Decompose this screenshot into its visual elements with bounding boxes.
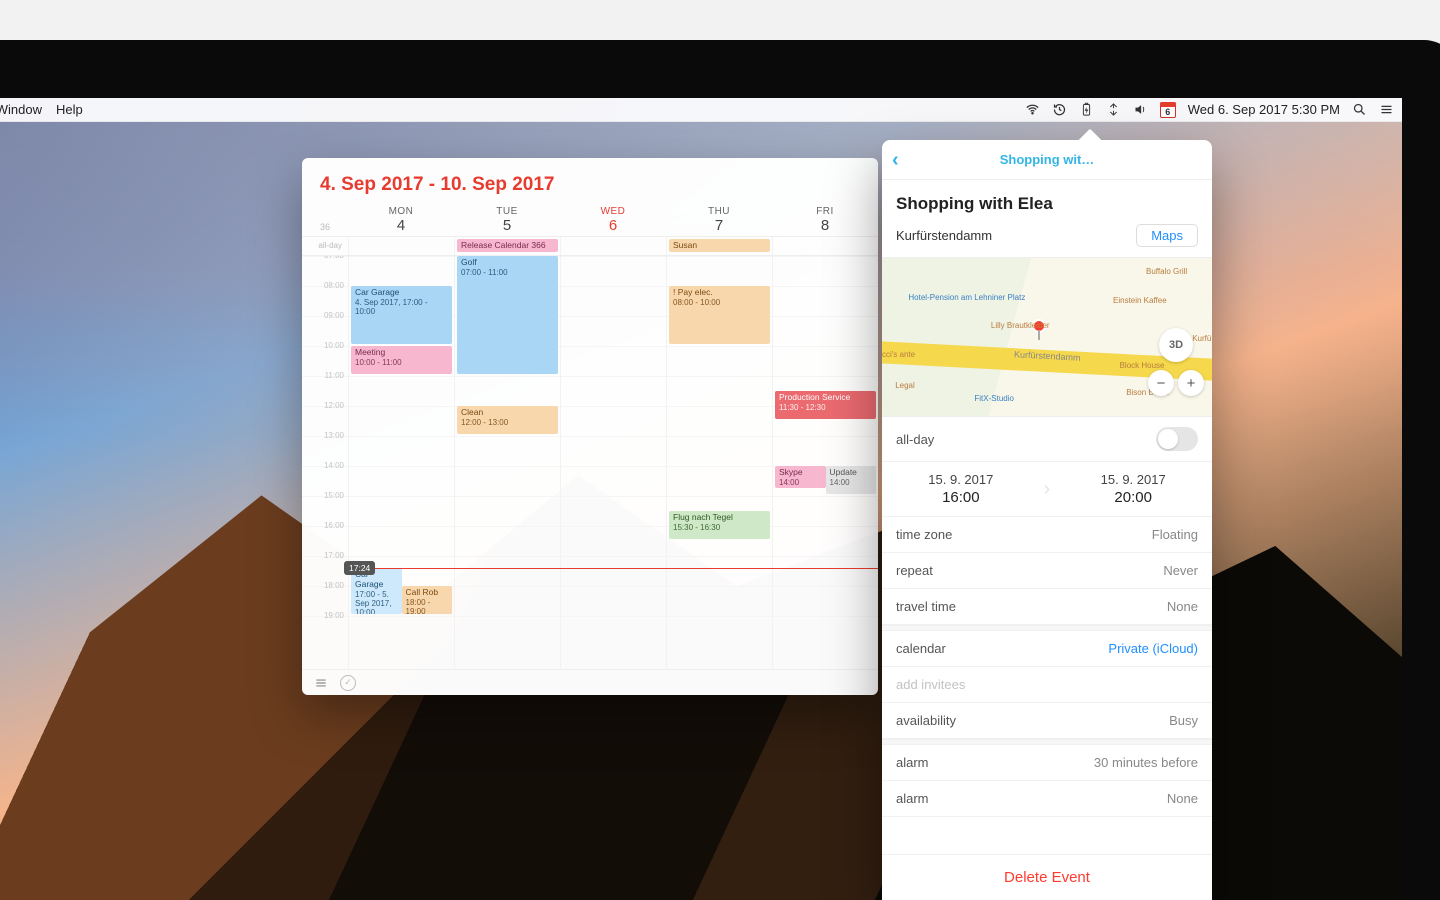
invitees-placeholder[interactable]: add invitees: [896, 677, 965, 692]
travel-time-row[interactable]: travel timeNone: [882, 589, 1212, 625]
menu-bar: r File Edit View Go Window Help Wed 6. S…: [0, 98, 1402, 122]
menubar-calendar-icon[interactable]: [1160, 102, 1176, 118]
alarm-row-1[interactable]: alarm30 minutes before: [882, 745, 1212, 781]
day-column-fri[interactable]: Production Service11:30 - 12:30 Skype14:0…: [772, 256, 878, 669]
map-poi-label: FitX-Studio: [974, 394, 1014, 403]
arrow-icon: ›: [1040, 478, 1055, 501]
day-column-mon[interactable]: Car Garage4. Sep 2017, 17:00 - 10:00Meet…: [348, 256, 454, 669]
calendar-grid[interactable]: 07:0008:0009:0010:0011:0012:0013:0014:00…: [302, 256, 878, 669]
map-poi-label: cci's ante: [882, 350, 915, 359]
day-column-wed[interactable]: [560, 256, 666, 669]
back-button[interactable]: ‹: [892, 150, 899, 170]
timezone-row[interactable]: time zoneFloating: [882, 517, 1212, 553]
event-start[interactable]: 15. 9. 2017 16:00: [882, 472, 1040, 506]
allday-event[interactable]: Release Calendar 366: [457, 239, 558, 252]
now-time-badge: 17:24: [344, 561, 375, 575]
notification-center-icon[interactable]: [1379, 102, 1394, 117]
allday-mon[interactable]: [348, 237, 454, 255]
map-poi-label: Legal: [895, 381, 915, 390]
calendar-event[interactable]: Clean12:00 - 13:00: [457, 406, 558, 434]
allday-wed[interactable]: [560, 237, 666, 255]
allday-toggle[interactable]: [1156, 427, 1198, 451]
menu-help[interactable]: Help: [56, 102, 83, 117]
timemachine-icon[interactable]: [1052, 102, 1067, 117]
menubar-clock[interactable]: Wed 6. Sep 2017 5:30 PM: [1188, 102, 1340, 117]
allday-tue[interactable]: Release Calendar 366: [454, 237, 560, 255]
alarm-row-2[interactable]: alarmNone: [882, 781, 1212, 817]
day-header-tue[interactable]: TUE5: [454, 206, 560, 236]
sync-icon[interactable]: [1106, 102, 1121, 117]
repeat-row[interactable]: repeatNever: [882, 553, 1212, 589]
checkmark-icon[interactable]: ✓: [340, 675, 356, 691]
calendar-event[interactable]: Golf07:00 - 11:00: [457, 256, 558, 374]
event-location-row: Kurfürstendamm Maps: [882, 224, 1212, 257]
popover-header-title: Shopping wit…: [1000, 152, 1095, 167]
map-3d-button[interactable]: 3D: [1159, 328, 1193, 362]
availability-row[interactable]: availabilityBusy: [882, 703, 1212, 739]
event-location[interactable]: Kurfürstendamm: [896, 228, 992, 243]
calendar-row[interactable]: calendarPrivate (iCloud): [882, 631, 1212, 667]
volume-icon[interactable]: [1133, 102, 1148, 117]
day-header-mon[interactable]: MON4: [348, 206, 454, 236]
allday-event[interactable]: Susan: [669, 239, 770, 252]
calendar-event[interactable]: Skype14:00: [775, 466, 826, 488]
calendar-footer: ✓: [302, 669, 878, 695]
calendar-event[interactable]: Flug nach Tegel15:30 - 16:30: [669, 511, 770, 539]
calendar-event[interactable]: Update14:00: [826, 466, 877, 494]
event-dates-row[interactable]: 15. 9. 2017 16:00 › 15. 9. 2017 20:00: [882, 462, 1212, 517]
spotlight-icon[interactable]: [1352, 102, 1367, 117]
calendar-window: 4. Sep 2017 - 10. Sep 2017 36 MON4 TUE5 …: [302, 158, 878, 695]
battery-icon[interactable]: [1079, 102, 1094, 117]
day-header-thu[interactable]: THU7: [666, 206, 772, 236]
invitees-row[interactable]: add invitees: [882, 667, 1212, 703]
calendar-event[interactable]: Call Rob18:00 - 19:00: [402, 586, 453, 614]
calendar-event[interactable]: ! Pay elec.08:00 - 10:00: [669, 286, 770, 344]
day-header-fri[interactable]: FRI8: [772, 206, 878, 236]
calendar-event[interactable]: Car Garage4. Sep 2017, 17:00 - 10:00: [351, 286, 452, 344]
menu-bar-status: Wed 6. Sep 2017 5:30 PM: [1025, 102, 1394, 118]
map-zoom-out-button[interactable]: −: [1148, 370, 1174, 396]
menu-window[interactable]: Window: [0, 102, 42, 117]
map-poi-label: Buffalo Grill: [1146, 267, 1187, 276]
laptop-frame: r File Edit View Go Window Help Wed 6. S…: [0, 40, 1440, 900]
map-poi-label: Hotel-Pension am Lehniner Platz: [908, 293, 1025, 302]
allday-fri[interactable]: [772, 237, 878, 255]
event-title[interactable]: Shopping with Elea: [882, 180, 1212, 224]
allday-label: all-day: [302, 237, 348, 255]
week-number: 36: [302, 222, 348, 236]
day-header-wed[interactable]: WED6: [560, 206, 666, 236]
map-poi-label: Einstein Kaffee: [1113, 296, 1167, 305]
day-column-thu[interactable]: ! Pay elec.08:00 - 10:00 Flug nach Tegel1…: [666, 256, 772, 669]
delete-event-button[interactable]: Delete Event: [882, 854, 1212, 900]
menu-bar-menus: r File Edit View Go Window Help: [0, 102, 83, 117]
calendar-title: 4. Sep 2017 - 10. Sep 2017: [302, 158, 878, 206]
screen: r File Edit View Go Window Help Wed 6. S…: [0, 98, 1402, 900]
day-column-tue[interactable]: Golf07:00 - 11:00 Clean12:00 - 13:00: [454, 256, 560, 669]
calendar-event[interactable]: Meeting10:00 - 11:00: [351, 346, 452, 374]
event-end[interactable]: 15. 9. 2017 20:00: [1054, 472, 1212, 506]
map-zoom-in-button[interactable]: +: [1178, 370, 1204, 396]
popover-header: ‹ Shopping wit…: [882, 140, 1212, 180]
hamburger-icon[interactable]: [312, 674, 330, 692]
calendar-day-headers: 36 MON4 TUE5 WED6 THU7 FRI8: [302, 206, 878, 236]
calendar-event[interactable]: Production Service11:30 - 12:30: [775, 391, 876, 419]
allday-thu[interactable]: Susan: [666, 237, 772, 255]
event-detail-popover: ‹ Shopping wit… Shopping with Elea Kurfü…: [882, 140, 1212, 900]
event-map[interactable]: Kurfürstendamm Buffalo GrillEinstein Kaf…: [882, 257, 1212, 417]
allday-row: all-day: [882, 417, 1212, 462]
wifi-icon[interactable]: [1025, 102, 1040, 117]
open-maps-button[interactable]: Maps: [1136, 224, 1198, 247]
allday-row: all-day Release Calendar 366 Susan: [302, 236, 878, 256]
map-poi-label: Lilly Brautkleider: [991, 321, 1050, 330]
allday-label: all-day: [896, 432, 934, 447]
